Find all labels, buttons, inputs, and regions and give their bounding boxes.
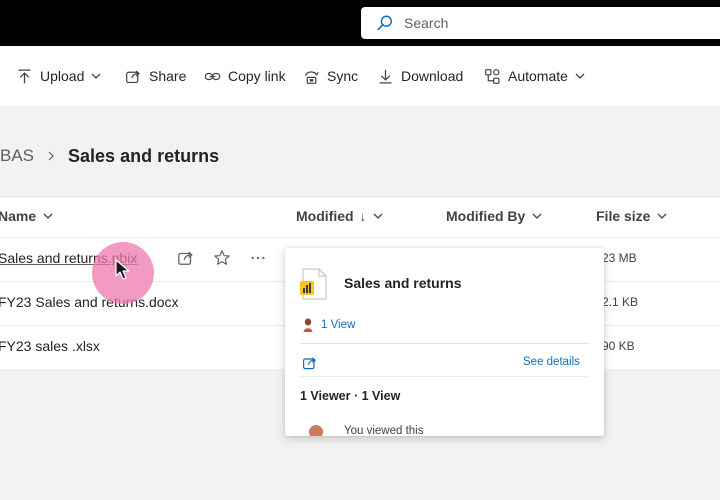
divider [300,376,589,377]
chevron-down-icon [658,213,667,219]
file-name[interactable]: FY23 Sales and returns.docx [0,294,179,310]
column-header-modified[interactable]: Modified ↓ [296,197,383,235]
copy-link-button[interactable]: Copy link [204,46,286,106]
breadcrumb: BAS Sales and returns [0,138,219,174]
share-icon[interactable] [177,249,195,267]
sync-icon [304,70,319,84]
activity-text: You viewed this [344,425,424,436]
more-options-icon[interactable] [249,249,267,267]
top-bar [0,0,720,46]
column-header-file-size[interactable]: File size [596,197,667,235]
sync-button[interactable]: Sync [303,46,358,106]
download-button[interactable]: Download [377,46,463,106]
viewer-avatar-icon [303,318,313,332]
command-bar: Upload Share Copy link Sync Download Aut… [0,46,720,106]
chevron-down-icon [575,73,585,79]
chevron-down-icon [373,213,383,219]
link-icon [204,72,221,80]
mouse-pointer-icon [115,259,130,280]
views-link[interactable]: 1 View [321,319,355,331]
file-hover-card: Sales and returns 1 View See details 1 V… [285,248,604,436]
file-size: 23 MB [602,251,637,265]
share-label: Share [149,68,187,84]
divider [300,343,589,344]
search-box[interactable] [361,7,720,39]
upload-icon [18,68,31,83]
share-icon [126,70,140,83]
automate-label: Automate [508,68,568,84]
file-size: 2.1 KB [602,295,639,309]
copy-link-label: Copy link [228,68,286,84]
column-header-modified-by[interactable]: Modified By [446,197,542,235]
download-label: Download [401,68,464,84]
automate-icon [485,68,500,84]
card-title: Sales and returns [344,275,462,291]
chevron-down-icon [532,213,542,219]
chevron-down-icon [91,73,101,79]
file-name[interactable]: FY23 sales .xlsx [0,338,100,354]
upload-button[interactable]: Upload [16,46,101,106]
download-icon [379,69,392,84]
viewer-summary: 1 Viewer · 1 View [300,389,401,403]
share-icon[interactable] [302,355,318,371]
see-details-link[interactable]: See details [523,356,580,368]
file-size: 90 KB [602,339,635,353]
automate-button[interactable]: Automate [484,46,585,106]
sort-descending-icon: ↓ [359,208,367,224]
share-button[interactable]: Share [125,46,186,106]
chevron-down-icon [43,213,53,219]
sync-label: Sync [327,68,359,84]
star-icon[interactable] [213,249,231,267]
chevron-right-icon [48,151,54,161]
powerbi-file-icon [300,268,327,300]
column-header-name[interactable]: Name [0,197,53,235]
upload-label: Upload [40,68,85,84]
search-icon [377,15,393,31]
page-title: Sales and returns [68,145,220,166]
search-input[interactable] [402,14,666,32]
breadcrumb-parent[interactable]: BAS [0,146,34,166]
avatar [309,425,323,436]
